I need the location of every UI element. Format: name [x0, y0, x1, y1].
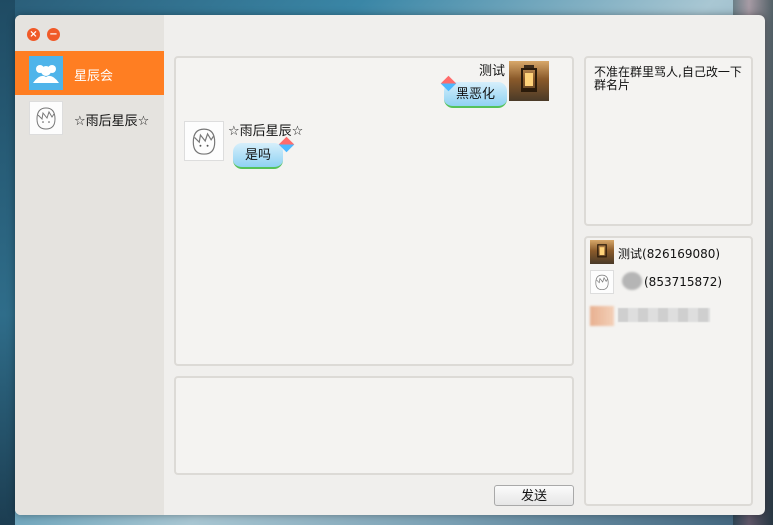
message-sender: 测试 — [479, 64, 506, 79]
member-name: 测试 — [618, 247, 643, 261]
group-notice-text: 不准在群里骂人,自己改一下群名片 — [594, 65, 742, 92]
chat-window: × − 星辰会 ☆雨后星辰☆ 测试 黑恶化 ☆雨后星辰☆ 是吗 发送 不准在群里… — [15, 15, 765, 515]
obscured-name — [622, 272, 642, 290]
desktop-background-edge — [0, 0, 15, 525]
member-qq: (853715872) — [644, 275, 723, 289]
session-item-group[interactable]: 星辰会 — [15, 51, 164, 95]
session-label: 星辰会 — [74, 69, 114, 84]
sketch-avatar-icon — [590, 270, 614, 294]
lamp-avatar-icon — [590, 240, 614, 264]
message-bubble: 是吗 — [233, 143, 284, 169]
member-label: (853715872) — [644, 275, 722, 289]
minimize-icon: − — [49, 29, 58, 40]
member-item[interactable] — [590, 302, 750, 326]
member-item[interactable]: 测试(826169080) — [590, 240, 750, 264]
message-area[interactable]: 测试 黑恶化 ☆雨后星辰☆ 是吗 — [174, 56, 574, 366]
message-input[interactable] — [174, 376, 574, 475]
message-text: 是吗 — [245, 148, 272, 163]
session-sidebar: × − 星辰会 ☆雨后星辰☆ — [15, 15, 164, 515]
session-item-user[interactable]: ☆雨后星辰☆ — [15, 96, 164, 140]
lamp-avatar-icon — [509, 61, 549, 101]
close-button[interactable]: × — [27, 28, 40, 41]
sketch-avatar-icon — [184, 121, 224, 161]
member-item[interactable]: (853715872) — [590, 270, 750, 294]
message-text: 黑恶化 — [456, 87, 496, 102]
obscured-avatar-icon — [590, 306, 614, 326]
message-sender: ☆雨后星辰☆ — [228, 124, 304, 139]
member-list[interactable]: 测试(826169080) (853715872) — [584, 236, 753, 506]
send-button[interactable]: 发送 — [494, 485, 574, 506]
minimize-button[interactable]: − — [47, 28, 60, 41]
close-icon: × — [29, 29, 38, 40]
member-qq: (826169080) — [642, 247, 721, 261]
sketch-avatar-icon — [29, 101, 63, 135]
group-notice-panel: 不准在群里骂人,自己改一下群名片 — [584, 56, 753, 226]
session-label: ☆雨后星辰☆ — [74, 114, 150, 129]
group-icon — [29, 56, 63, 90]
obscured-name — [618, 308, 710, 322]
member-label: 测试(826169080) — [618, 245, 720, 262]
